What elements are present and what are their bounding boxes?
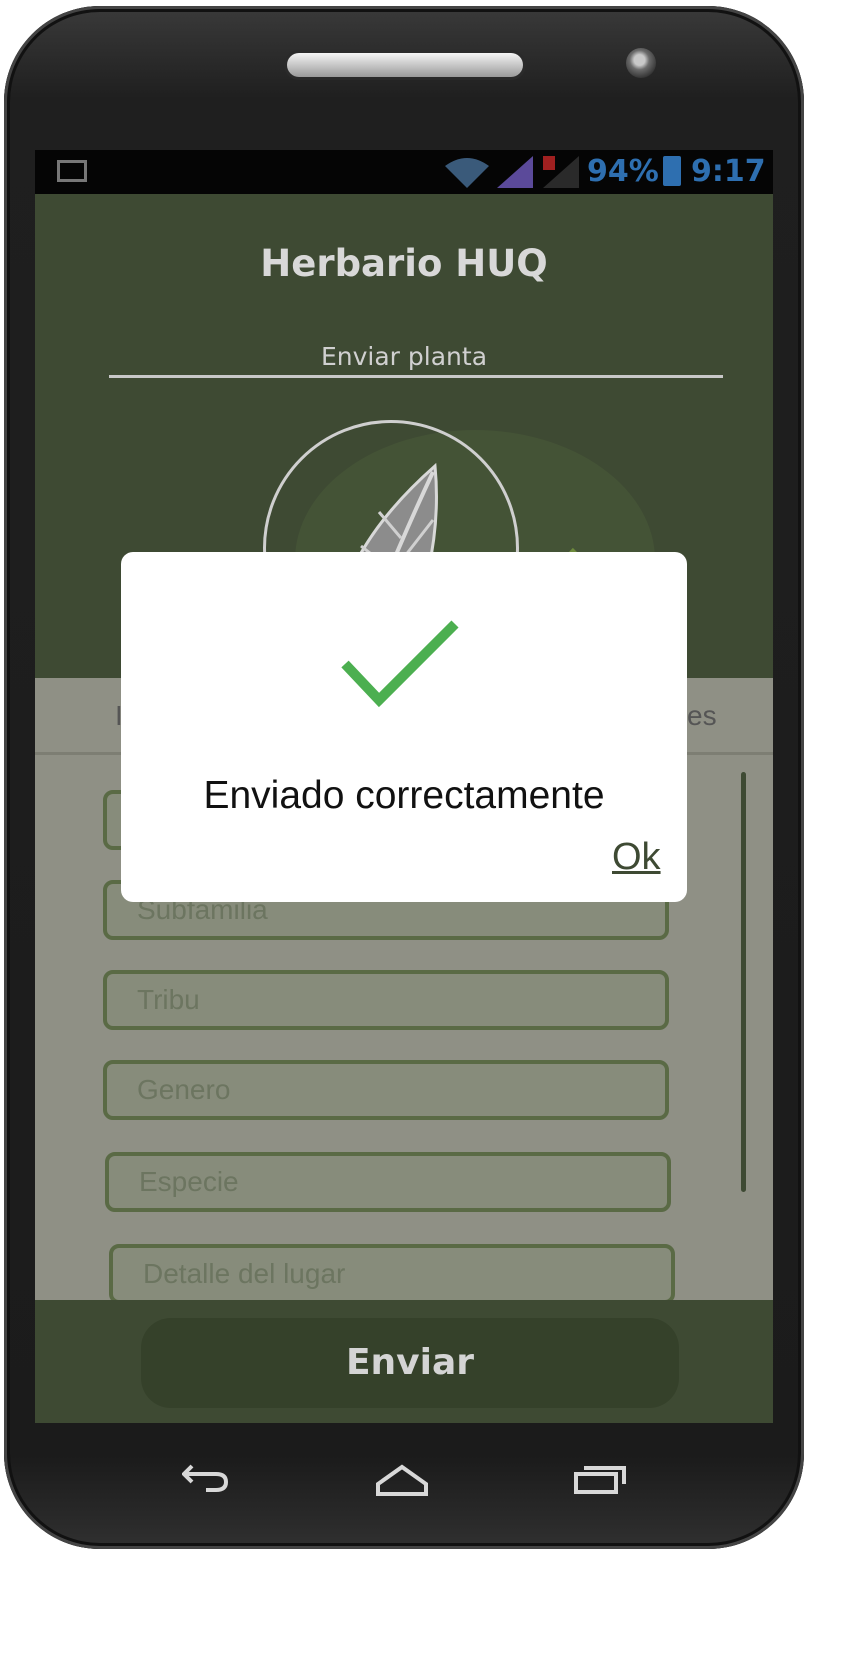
field-especie[interactable]: Especie	[105, 1152, 671, 1212]
field-detalle-del-lugar[interactable]: Detalle del lugar	[109, 1244, 675, 1304]
recent-apps-icon[interactable]	[574, 1464, 626, 1494]
bottom-bar: Enviar	[35, 1300, 773, 1423]
home-icon[interactable]	[376, 1464, 428, 1496]
app-title: Herbario HUQ	[260, 242, 548, 285]
clock: 9:17	[691, 154, 766, 189]
back-icon[interactable]	[182, 1462, 230, 1492]
checkmark-icon	[341, 620, 459, 708]
earpiece-speaker	[287, 53, 523, 77]
scrollbar[interactable]	[741, 772, 746, 1192]
dialog-message: Enviado correctamente	[203, 774, 605, 817]
success-dialog: Enviado correctamente Ok	[121, 552, 687, 902]
ok-button[interactable]: Ok	[612, 836, 661, 879]
front-camera	[626, 48, 656, 78]
field-genero[interactable]: Genero	[103, 1060, 669, 1120]
send-button[interactable]: Enviar	[141, 1318, 679, 1408]
wifi-icon	[445, 158, 489, 188]
status-bar: 94% 9:17	[35, 150, 773, 194]
signal-icon	[497, 156, 533, 188]
navigation-bar	[4, 1424, 804, 1544]
image-notification-icon	[57, 160, 87, 182]
tab-right[interactable]: es	[687, 700, 717, 732]
subtitle-underline	[109, 375, 723, 378]
signal-off-icon	[543, 156, 579, 188]
battery-icon	[663, 156, 681, 186]
field-tribu[interactable]: Tribu	[103, 970, 669, 1030]
battery-percent: 94%	[587, 154, 659, 189]
page-subtitle: Enviar planta	[320, 342, 488, 371]
